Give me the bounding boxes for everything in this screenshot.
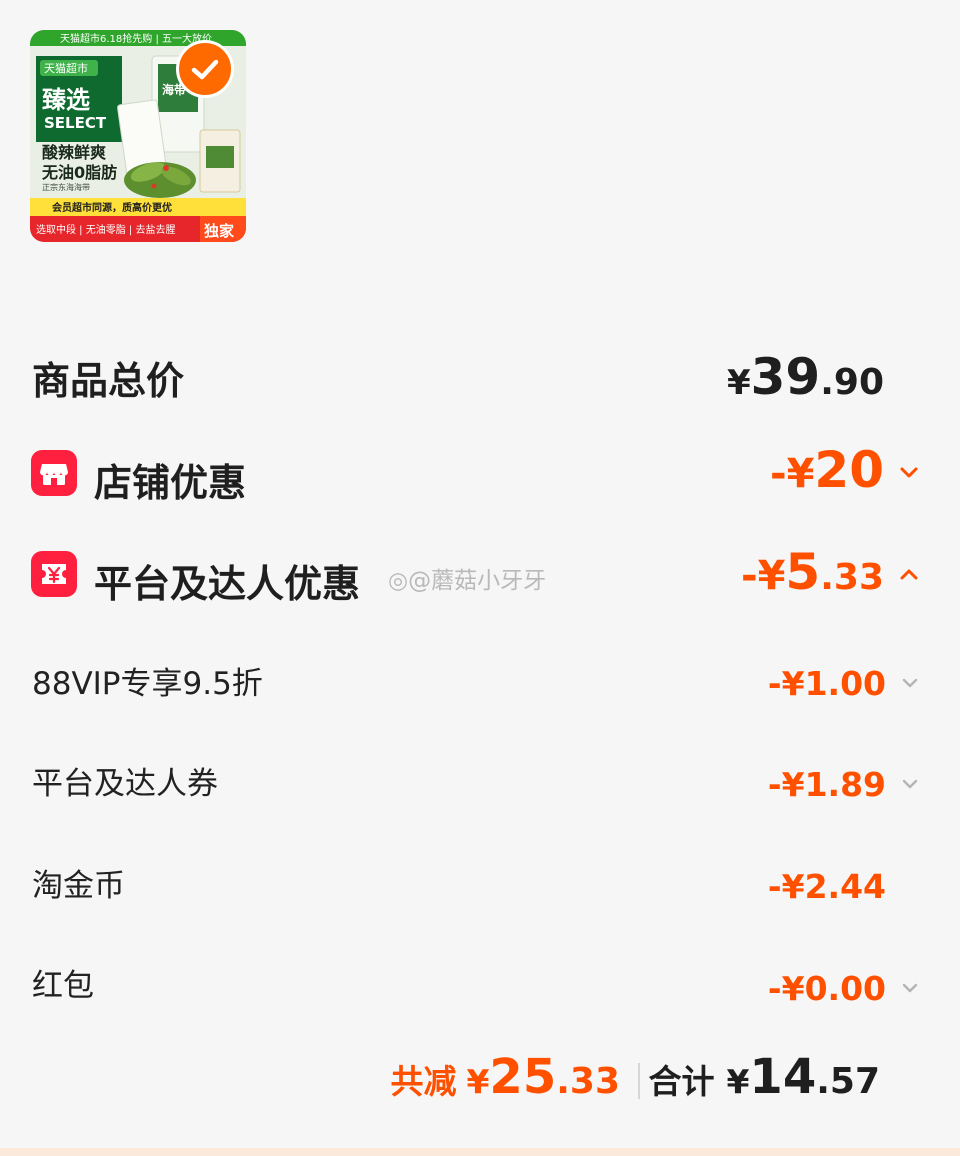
- image-slogan-2: 无油0脂肪: [41, 163, 117, 182]
- weibo-icon: ◎: [388, 568, 409, 594]
- image-slogan-1: 酸辣鲜爽: [42, 143, 106, 162]
- total-price-label: 商品总价: [32, 359, 185, 403]
- total-saved-currency: ¥: [466, 1062, 490, 1101]
- bottom-bar-edge: [0, 1148, 960, 1156]
- detail-amount-hongbao[interactable]: -¥0.00: [768, 969, 886, 1008]
- shop-icon: [31, 450, 77, 496]
- platform-discount-value[interactable]: -¥5.33: [741, 543, 884, 601]
- coupon-yen-icon: [31, 551, 77, 597]
- shop-discount-prefix: -¥: [769, 451, 815, 497]
- platform-discount-decimal: .33: [820, 557, 884, 598]
- grand-total-decimal: .57: [816, 1061, 880, 1102]
- total-saved-label: 共减: [390, 1062, 457, 1101]
- total-price-currency: ¥: [726, 363, 751, 403]
- image-bottom-note: 会员超市同源，质高价更优: [52, 201, 172, 214]
- footer-divider: [638, 1063, 640, 1099]
- image-brand-badge: 天猫超市: [44, 61, 88, 75]
- detail-amount-88vip[interactable]: -¥1.00: [768, 664, 886, 703]
- detail-label-coupon: 平台及达人券: [32, 766, 218, 802]
- shop-discount-label: 店铺优惠: [94, 461, 247, 505]
- chevron-down-icon[interactable]: [898, 461, 920, 487]
- chevron-up-icon[interactable]: [898, 563, 920, 589]
- chevron-down-icon[interactable]: [899, 773, 921, 799]
- total-price-decimal: .90: [820, 362, 884, 403]
- detail-label-hongbao: 红包: [32, 968, 94, 1004]
- selected-check-icon[interactable]: [176, 40, 234, 98]
- total-saved-integer: 25: [489, 1049, 557, 1105]
- image-exclusive: 独家: [204, 222, 234, 240]
- grand-total-label: 合计: [648, 1062, 715, 1101]
- grand-total-integer: 14: [749, 1049, 817, 1105]
- platform-discount-integer: 5: [785, 543, 821, 601]
- platform-discount-prefix: -¥: [740, 553, 786, 599]
- detail-amount-coupon[interactable]: -¥1.89: [768, 765, 886, 804]
- shop-discount-value[interactable]: -¥20: [770, 441, 884, 499]
- detail-label-88vip: 88VIP专享9.5折: [32, 666, 263, 702]
- image-brand-sub: SELECT: [44, 114, 107, 132]
- detail-amount-taojinbi: -¥2.44: [767, 867, 886, 906]
- watermark-text: @蘑菇小牙牙: [408, 568, 547, 594]
- shop-discount-integer: 20: [814, 441, 884, 499]
- image-brand-title: 臻选: [42, 86, 90, 114]
- grand-total-currency: ¥: [726, 1062, 750, 1101]
- detail-label-taojinbi: 淘金币: [32, 868, 125, 904]
- platform-discount-label: 平台及达人优惠: [94, 562, 361, 606]
- total-saved: 共减 ¥25.33: [390, 1049, 620, 1105]
- total-price-value: ¥39.90: [727, 348, 884, 406]
- grand-total: 合计 ¥14.57: [648, 1049, 880, 1105]
- chevron-down-icon[interactable]: [899, 977, 921, 1003]
- image-slogan-3: 正宗东海海带: [42, 182, 90, 192]
- watermark: ◎@蘑菇小牙牙: [388, 561, 546, 595]
- chevron-down-icon[interactable]: [899, 672, 921, 698]
- total-price-integer: 39: [750, 348, 821, 406]
- image-bottom-tags: 选取中段 | 无油零脂 | 去盐去腥: [36, 223, 175, 236]
- total-saved-decimal: .33: [556, 1061, 620, 1102]
